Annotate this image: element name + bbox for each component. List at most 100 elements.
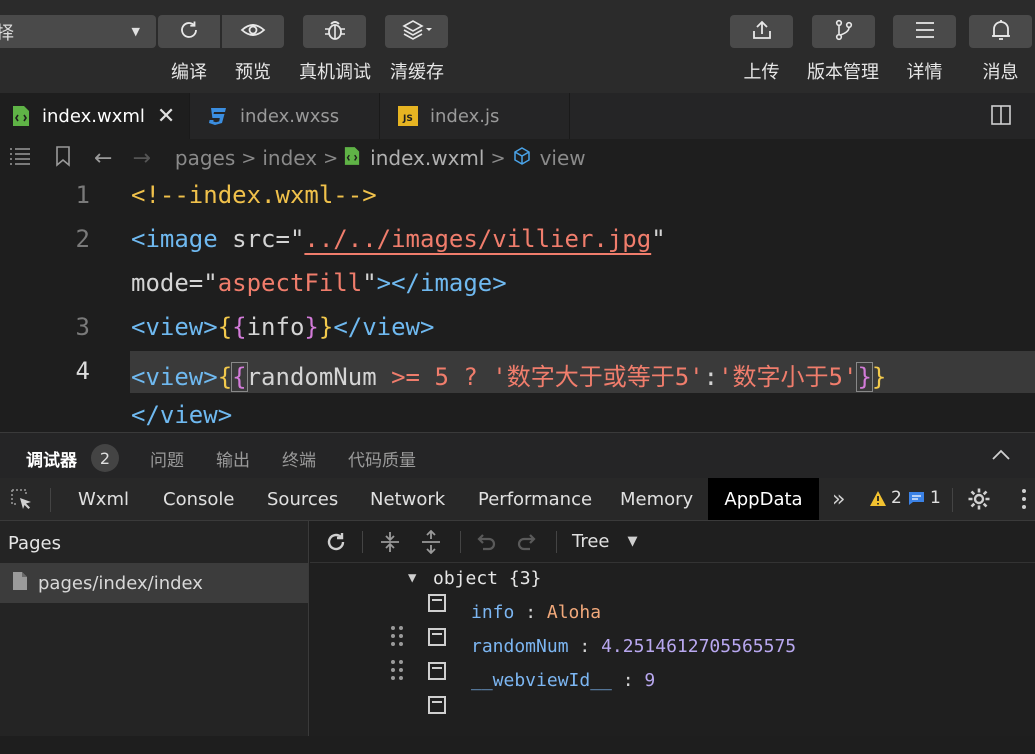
appdata-panel: Tree ▼ ▼ object {3} info : Aloha randomN… [310,521,1035,736]
tree-row[interactable]: info : Aloha [310,602,601,646]
debugger-panel-header: 调试器 2 问题 输出 终端 代码质量 [0,432,1035,478]
refresh-icon[interactable] [324,530,348,558]
quote-token: " [651,225,666,253]
line-number: 1 [75,181,90,209]
wxml-file-icon [12,105,30,127]
tab-sources[interactable]: Sources [267,478,338,520]
preview-label: 预览 [235,62,271,83]
version-management-button[interactable] [812,15,875,48]
tree-value[interactable]: 9 [644,670,655,691]
gear-icon[interactable] [967,487,991,515]
bug-icon [322,18,348,46]
code-editor[interactable]: 1 2 3 4 <!--index.wxml--> <image src="..… [0,177,1035,432]
code-line-3: <view>{{info}}</view> [131,313,434,341]
page-path-label: pages/index/index [38,572,203,594]
tab-debugger[interactable]: 调试器 [26,446,77,471]
cube-icon [512,146,532,170]
tree-row[interactable]: __webviewId__ : 9 [310,670,655,714]
tree-colon: : [514,602,547,623]
line-number: 2 [75,225,90,253]
outline-icon[interactable] [8,146,32,170]
compile-mode-select[interactable]: 择 ▼ [0,15,156,48]
messages-button[interactable] [969,15,1032,48]
tab-wxml[interactable]: Wxml [78,478,129,520]
js-file-icon: JS [398,106,418,126]
tab-code-quality[interactable]: 代码质量 [348,446,416,471]
compile-button[interactable] [158,15,220,48]
page-list-item[interactable]: pages/index/index [0,563,308,603]
tab-index-wxml[interactable]: index.wxml ✕ [0,93,190,139]
breadcrumb-separator: > [490,147,506,169]
split-editor-icon[interactable] [990,104,1012,130]
svg-text:JS: JS [402,114,413,124]
expand-caret-icon[interactable]: ▼ [408,570,416,586]
remote-debug-button[interactable] [303,15,366,48]
messages-label: 消息 [982,62,1019,83]
breadcrumb-item[interactable]: pages [175,146,235,170]
appdata-toolbar: Tree ▼ [310,521,1035,563]
tab-problems[interactable]: 问题 [150,446,184,471]
quote-token: " [362,269,377,297]
view-mode-value: Tree [572,531,610,552]
upload-button[interactable] [730,15,793,48]
tree-colon: : [568,636,602,657]
tree-value[interactable]: 4.2514612705565575 [601,636,796,657]
tab-index-js[interactable]: JS index.js [380,93,570,139]
info-message-icon[interactable] [908,491,925,510]
operator-token: >= 5 ? [391,363,493,391]
tab-output[interactable]: 输出 [216,446,250,471]
devtools-tab-strip: Wxml Console Sources Network Performance… [0,478,1035,521]
string-token: '数字小于5' [718,363,858,391]
pages-panel-title: Pages [8,533,61,554]
collapse-all-icon[interactable] [419,529,443,558]
more-vertical-icon[interactable] [1020,487,1028,515]
tree-value[interactable]: Aloha [547,602,601,623]
tree-row-root[interactable]: ▼ object {3} [310,568,541,612]
redo-icon[interactable] [515,530,539,558]
quote-token: " [289,225,305,253]
identifier-token: info [246,313,305,341]
close-icon[interactable]: ✕ [157,104,175,129]
breadcrumb-item[interactable]: view [540,146,586,170]
divider [952,488,953,512]
tab-appdata[interactable]: AppData [708,478,819,520]
tab-index-wxss[interactable]: index.wxss [190,93,380,139]
pages-panel: Pages pages/index/index [0,521,309,736]
tab-memory[interactable]: Memory [620,478,693,520]
code-line-1: <!--index.wxml--> [131,181,377,209]
undo-icon[interactable] [474,530,498,558]
forward-arrow-icon[interactable]: → [132,146,150,171]
preview-button[interactable] [222,15,284,48]
bookmark-icon[interactable] [54,145,72,171]
chevron-up-icon[interactable] [990,447,1012,467]
back-arrow-icon[interactable]: ← [94,146,112,171]
layers-icon [401,18,432,46]
brace-token: } [318,313,334,341]
details-button[interactable] [893,15,956,48]
tab-label: index.wxml [42,105,145,127]
string-token: aspectFill [217,269,363,297]
clear-cache-button[interactable] [385,15,448,48]
brace-token: { [217,363,233,391]
breadcrumb-item[interactable]: index [262,146,317,170]
expand-all-icon[interactable] [378,530,402,558]
tab-terminal[interactable]: 终端 [282,446,316,471]
tree-key: info [471,602,515,623]
compile-mode-value: 择 [0,22,14,44]
warning-icon[interactable] [869,490,887,511]
tab-performance[interactable]: Performance [478,478,592,520]
view-mode-select[interactable]: Tree ▼ [572,531,638,552]
info-count: 1 [930,488,941,508]
tree-row[interactable]: randomNum : 4.2514612705565575 [310,636,796,680]
breadcrumb-separator: > [241,147,257,169]
debugger-count-badge: 2 [91,444,119,472]
more-tabs-icon[interactable]: » [832,478,845,520]
breadcrumb-item[interactable]: index.wxml [370,146,484,170]
upload-icon [750,18,774,46]
tab-network[interactable]: Network [370,478,445,520]
edit-field-icon[interactable] [362,674,447,741]
tab-console[interactable]: Console [163,478,234,520]
chevron-down-icon: ▼ [627,534,638,549]
inspect-element-icon[interactable] [10,488,34,516]
compile-label: 编译 [171,62,207,83]
